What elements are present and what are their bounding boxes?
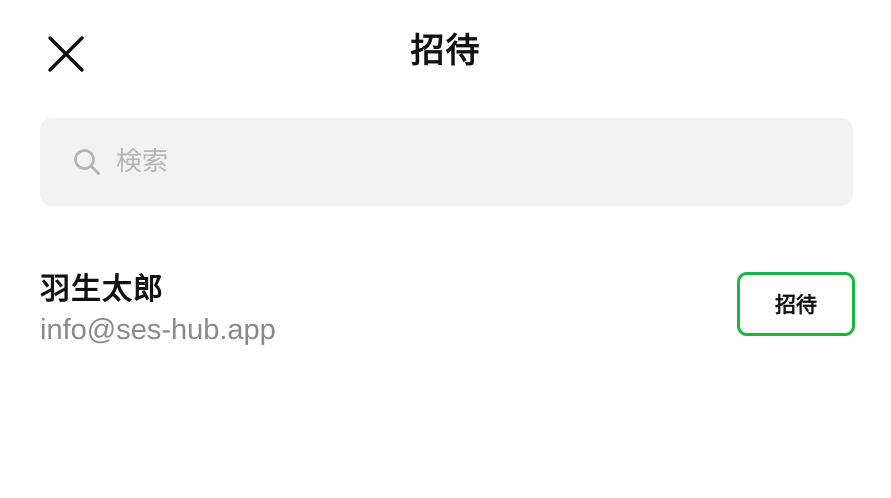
list-item: 羽生太郎 info@ses-hub.app 招待 (40, 262, 855, 352)
user-email: info@ses-hub.app (40, 314, 276, 346)
page-title: 招待 (410, 31, 481, 71)
user-name: 羽生太郎 (40, 272, 164, 307)
search-bar[interactable] (40, 118, 853, 206)
invite-screen: 招待 羽生太郎 info@ses-hub.app 招待 (0, 0, 891, 498)
search-icon (72, 147, 102, 177)
header-bar: 招待 (0, 0, 891, 104)
invite-button[interactable]: 招待 (737, 272, 855, 336)
search-input[interactable] (116, 142, 853, 182)
